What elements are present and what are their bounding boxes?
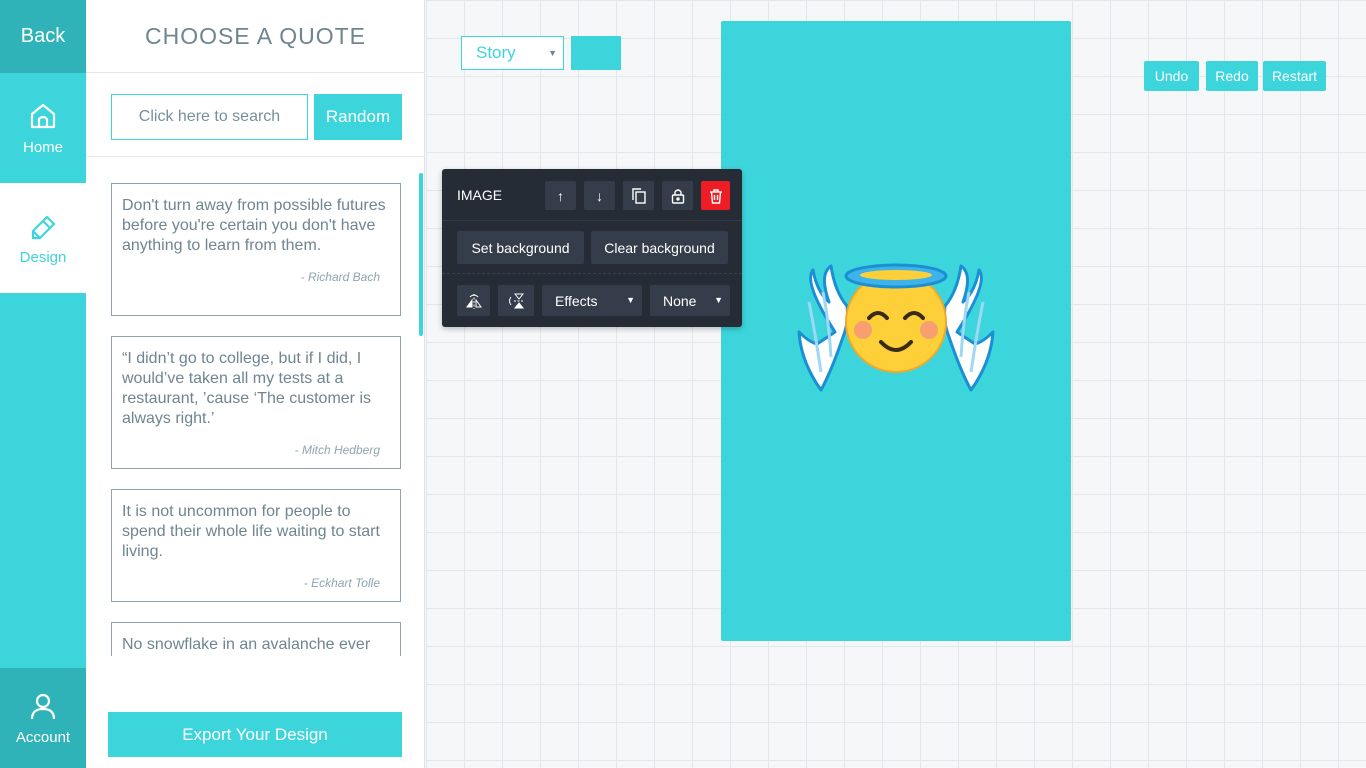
quote-card[interactable]: It is not uncommon for people to spend t…	[111, 489, 401, 602]
move-down-button[interactable]: ↓	[584, 181, 615, 210]
image-toolbar: IMAGE ↑ ↓ Set background Clear backgroun…	[442, 169, 742, 327]
flip-horizontal-button[interactable]	[457, 285, 490, 316]
caret-down-icon: ▼	[626, 295, 635, 305]
left-wing-icon	[797, 264, 849, 392]
nav-item-home[interactable]: Home	[0, 73, 86, 183]
delete-button[interactable]	[701, 181, 730, 210]
effects-dropdown[interactable]: Effects ▼	[542, 285, 642, 316]
quote-card[interactable]: No snowflake in an avalanche ever	[111, 622, 401, 656]
divider	[442, 273, 742, 274]
quote-text: It is not uncommon for people to spend t…	[122, 503, 380, 560]
clear-background-button[interactable]: Clear background	[591, 231, 728, 264]
quote-author: - Richard Bach	[300, 270, 380, 284]
right-wing-icon	[943, 264, 995, 392]
back-button[interactable]: Back	[0, 0, 86, 73]
nav-item-design[interactable]: Design	[0, 183, 86, 293]
caret-down-icon: ▼	[714, 295, 723, 305]
quote-panel: CHOOSE A QUOTE Click here to search Rand…	[86, 0, 425, 768]
move-up-button[interactable]: ↑	[545, 181, 576, 210]
user-icon	[30, 693, 56, 719]
quote-author: - Eckhart Tolle	[303, 576, 380, 590]
nav-item-account[interactable]: Account	[0, 668, 86, 768]
trash-icon	[709, 188, 722, 204]
nav-item-label: Design	[19, 248, 67, 266]
toolbar-title: IMAGE	[457, 187, 503, 203]
quote-list: Don't turn away from possible futures be…	[111, 183, 401, 656]
search-input[interactable]: Click here to search	[111, 94, 308, 140]
undo-button[interactable]: Undo	[1144, 61, 1199, 91]
lock-icon	[671, 188, 684, 204]
panel-title: CHOOSE A QUOTE	[86, 0, 425, 73]
divider	[86, 156, 425, 157]
flip-vertical-button[interactable]	[498, 285, 534, 316]
filter-dropdown-label: None	[663, 292, 697, 309]
effects-dropdown-label: Effects	[555, 292, 598, 309]
nav-item-label: Home	[22, 138, 63, 156]
quote-author: - Mitch Hedberg	[294, 443, 380, 457]
random-button[interactable]: Random	[314, 94, 402, 140]
filter-dropdown[interactable]: None ▼	[650, 285, 730, 316]
home-icon	[30, 103, 56, 128]
flip-horizontal-icon	[465, 293, 482, 309]
export-button[interactable]: Export Your Design	[108, 712, 402, 757]
arrow-up-icon: ↑	[557, 187, 564, 204]
quote-card[interactable]: Don't turn away from possible futures be…	[111, 183, 401, 316]
left-nav: Back Home Design Account	[0, 0, 86, 768]
format-select-value: Story	[476, 43, 516, 62]
quote-text: No snowflake in an avalanche ever	[122, 636, 371, 653]
divider	[442, 220, 742, 221]
lock-button[interactable]	[662, 181, 693, 210]
caret-down-icon: ▼	[548, 48, 557, 58]
set-background-button[interactable]: Set background	[457, 231, 584, 264]
angel-emoji-image[interactable]	[795, 262, 997, 396]
nav-item-label: Account	[15, 728, 71, 746]
duplicate-button[interactable]	[623, 181, 654, 210]
redo-button[interactable]: Redo	[1206, 61, 1258, 91]
flip-vertical-icon	[509, 293, 525, 308]
quote-list-scrollbar[interactable]	[419, 173, 423, 336]
copy-icon	[631, 187, 646, 204]
pencil-icon	[31, 215, 56, 239]
quote-text: “I didn’t go to college, but if I did, I…	[122, 350, 371, 427]
format-select[interactable]: Story ▼	[461, 36, 564, 70]
arrow-down-icon: ↓	[596, 187, 603, 204]
quote-text: Don't turn away from possible futures be…	[122, 197, 386, 254]
background-color-swatch[interactable]	[571, 36, 621, 70]
restart-button[interactable]: Restart	[1263, 61, 1326, 91]
quote-card[interactable]: “I didn’t go to college, but if I did, I…	[111, 336, 401, 469]
